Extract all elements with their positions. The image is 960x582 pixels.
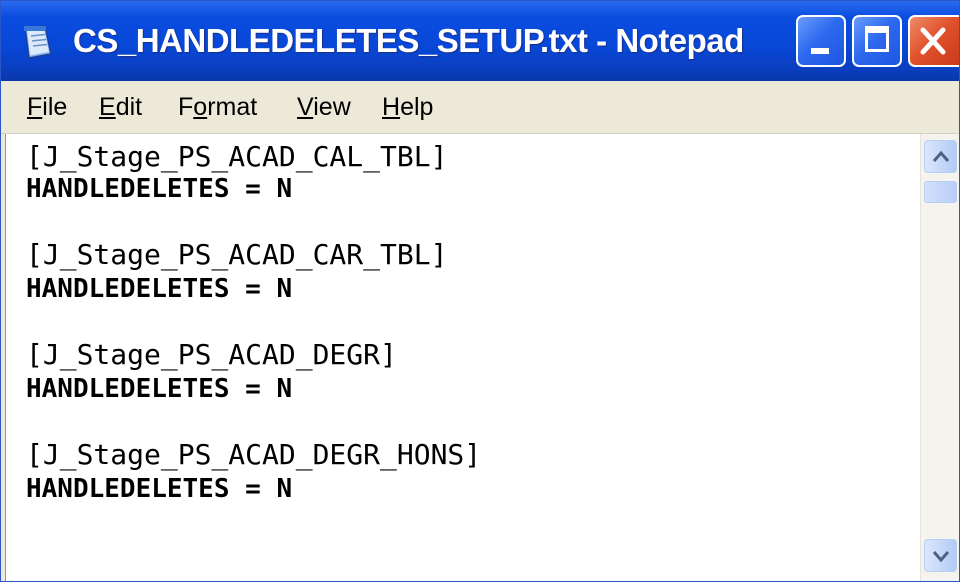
menu-view[interactable]: View (297, 89, 351, 125)
text-line: HANDLEDELETES = N (26, 374, 293, 404)
scroll-up-button[interactable] (924, 140, 957, 173)
menu-format[interactable]: Format (178, 89, 257, 125)
menu-bar: File Edit Format View Help (1, 81, 959, 134)
text-line: HANDLEDELETES = N (26, 474, 293, 504)
menu-view-mnemonic: V (297, 93, 314, 121)
notepad-icon[interactable] (21, 24, 55, 60)
scroll-down-button[interactable] (924, 539, 957, 572)
text-line: HANDLEDELETES = N (26, 174, 293, 204)
menu-view-label: iew (313, 93, 351, 121)
vertical-scrollbar[interactable] (920, 134, 959, 581)
menu-format-label: rmat (207, 93, 258, 121)
scroll-thumb[interactable] (924, 181, 957, 203)
menu-file[interactable]: File (27, 89, 67, 125)
menu-help-label: elp (400, 93, 434, 121)
menu-edit-mnemonic: E (99, 93, 116, 121)
menu-help-mnemonic: H (382, 93, 401, 121)
text-line: [J_Stage_PS_ACAD_CAL_TBL] (26, 140, 448, 173)
title-bar[interactable]: CS_HANDLEDELETES_SETUP.txt - Notepad (1, 1, 959, 81)
text-line: [J_Stage_PS_ACAD_CAR_TBL] (26, 238, 448, 271)
menu-help[interactable]: Help (382, 89, 433, 125)
menu-format-prefix: F (178, 93, 194, 121)
menu-edit-label: dit (115, 93, 143, 121)
menu-file-label: ile (42, 93, 68, 121)
scroll-up-arrow-icon (932, 150, 950, 162)
minimize-button[interactable] (796, 15, 846, 67)
text-line: [J_Stage_PS_ACAD_DEGR_HONS] (26, 438, 482, 471)
scroll-down-arrow-icon (932, 551, 950, 563)
maximize-button[interactable] (852, 15, 902, 67)
text-line: HANDLEDELETES = N (26, 274, 293, 304)
window-title: CS_HANDLEDELETES_SETUP.txt - Notepad (73, 22, 744, 59)
menu-file-mnemonic: F (27, 93, 43, 121)
maximize-icon (865, 26, 889, 52)
text-editor[interactable]: [J_Stage_PS_ACAD_CAL_TBL] HANDLEDELETES … (5, 134, 921, 581)
menu-edit[interactable]: Edit (99, 89, 142, 125)
minimize-icon (811, 48, 829, 54)
close-icon (916, 23, 950, 59)
notepad-window: CS_HANDLEDELETES_SETUP.txt - Notepad Fil… (0, 0, 960, 582)
text-line: [J_Stage_PS_ACAD_DEGR] (26, 338, 397, 371)
close-button[interactable] (908, 15, 959, 67)
menu-format-mnemonic: o (193, 93, 208, 121)
